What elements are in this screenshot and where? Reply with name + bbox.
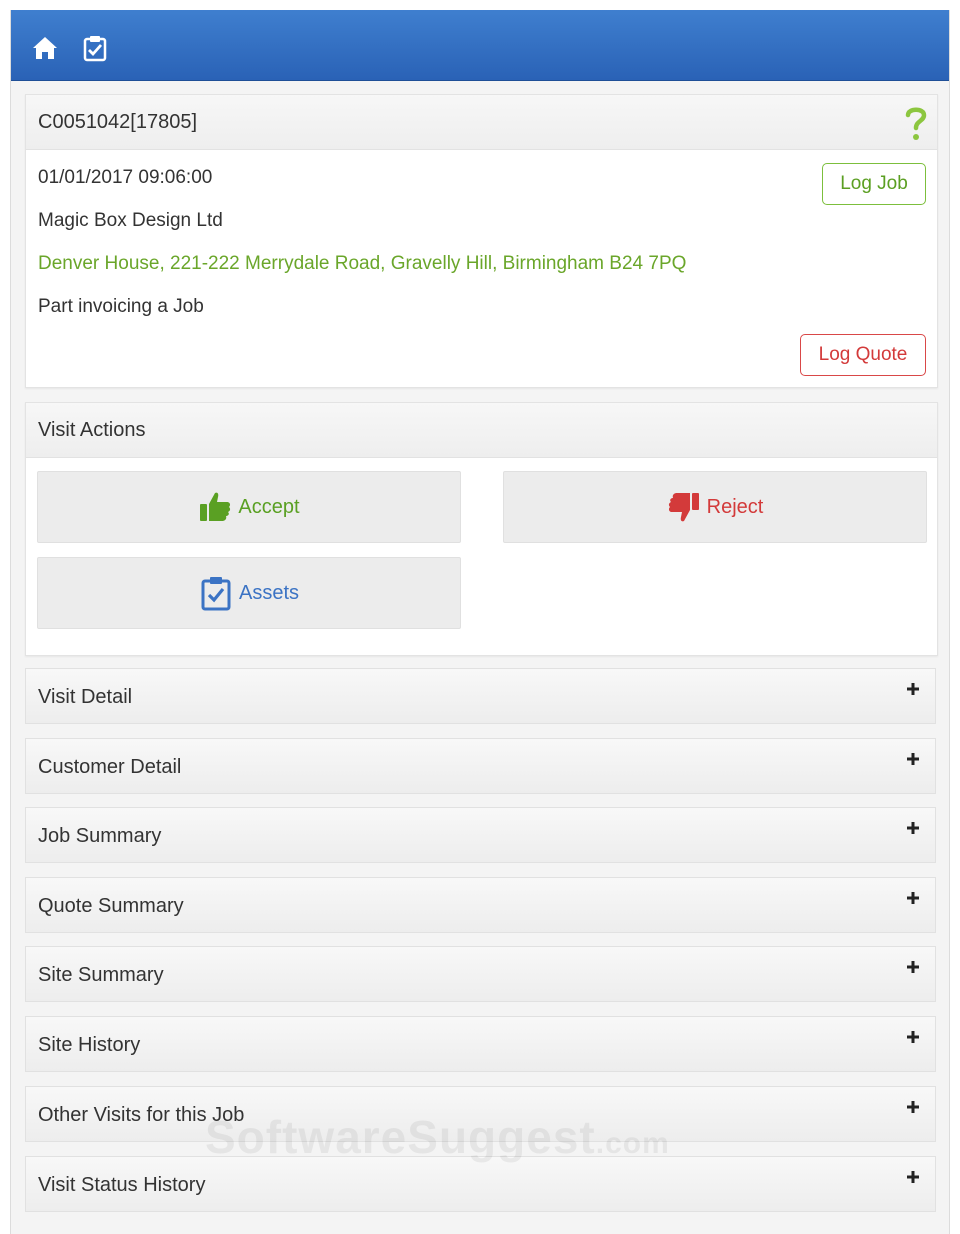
job-datetime: 01/01/2017 09:06:00 <box>38 167 213 188</box>
plus-icon <box>907 1031 919 1043</box>
clipboard-check-icon <box>201 577 231 611</box>
watermark: SoftwareSuggest.com <box>205 1110 670 1164</box>
section-visit-status-history[interactable]: Visit Status History <box>25 1156 936 1212</box>
log-job-button[interactable]: Log Job <box>822 163 926 205</box>
plus-icon <box>907 683 919 695</box>
plus-icon <box>907 822 919 834</box>
job-id: C0051042[17805] <box>38 111 198 133</box>
visit-actions-title: Visit Actions <box>38 419 146 441</box>
watermark-main: SoftwareSuggest <box>205 1111 596 1163</box>
company-name: Magic Box Design Ltd <box>38 210 223 231</box>
section-title: Customer Detail <box>38 756 182 778</box>
section-job-summary[interactable]: Job Summary <box>25 807 936 863</box>
top-bar <box>11 10 949 81</box>
watermark-suffix: .com <box>595 1127 670 1160</box>
visit-actions-panel: Visit Actions Accept Reject Assets <box>25 402 938 656</box>
reject-label: Reject <box>706 495 764 518</box>
section-site-history[interactable]: Site History <box>25 1016 936 1072</box>
plus-icon <box>907 961 919 973</box>
log-quote-button[interactable]: Log Quote <box>800 334 926 376</box>
section-title: Site Summary <box>38 964 164 986</box>
plus-icon <box>907 1171 919 1183</box>
job-id-header: C0051042[17805] <box>26 95 937 150</box>
clipboard-check-icon[interactable] <box>81 34 109 62</box>
section-title: Job Summary <box>38 825 162 847</box>
section-title: Visit Detail <box>38 686 133 708</box>
section-quote-summary[interactable]: Quote Summary <box>25 877 936 933</box>
plus-icon <box>907 753 919 765</box>
assets-button[interactable]: Assets <box>37 557 461 629</box>
site-address[interactable]: Denver House, 221-222 Merrydale Road, Gr… <box>38 253 686 275</box>
plus-icon <box>907 892 919 904</box>
accept-button[interactable]: Accept <box>37 471 461 543</box>
section-customer-detail[interactable]: Customer Detail <box>25 738 936 794</box>
help-icon[interactable] <box>905 105 927 141</box>
assets-label: Assets <box>238 581 300 604</box>
app-frame: C0051042[17805] 01/01/2017 09:06:00 Magi… <box>10 10 950 1234</box>
home-icon[interactable] <box>31 34 59 62</box>
plus-icon <box>907 1101 919 1113</box>
section-site-summary[interactable]: Site Summary <box>25 946 936 1002</box>
visit-actions-header: Visit Actions <box>26 403 937 458</box>
thumbs-down-icon <box>668 493 699 522</box>
section-title: Site History <box>38 1034 141 1056</box>
thumbs-up-icon <box>200 492 231 521</box>
reject-button[interactable]: Reject <box>503 471 927 543</box>
section-title: Visit Status History <box>38 1174 206 1196</box>
section-title: Quote Summary <box>38 895 184 917</box>
accept-label: Accept <box>238 495 300 518</box>
job-info-panel: C0051042[17805] 01/01/2017 09:06:00 Magi… <box>25 94 938 388</box>
job-description: Part invoicing a Job <box>38 296 204 317</box>
section-visit-detail[interactable]: Visit Detail <box>25 668 936 724</box>
